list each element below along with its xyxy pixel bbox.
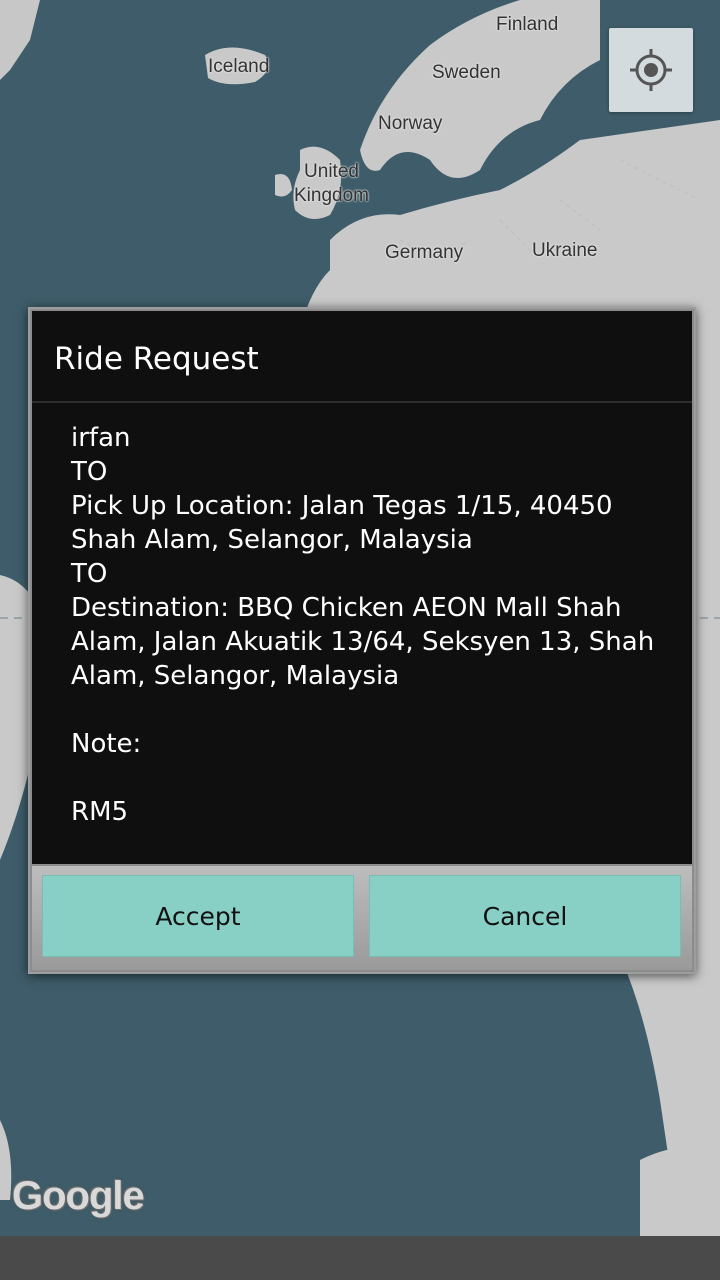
cancel-button[interactable]: Cancel bbox=[369, 875, 681, 957]
ride-request-dialog: Ride Request irfan TO Pick Up Location: … bbox=[28, 307, 696, 974]
dialog-title: Ride Request bbox=[54, 341, 259, 377]
dialog-content: Ride Request irfan TO Pick Up Location: … bbox=[32, 311, 692, 864]
message-line: irfan bbox=[71, 423, 131, 453]
navigation-bar bbox=[0, 1236, 720, 1280]
dialog-message: irfan TO Pick Up Location: Jalan Tegas 1… bbox=[71, 421, 671, 829]
app-screen: Iceland Finland Sweden Norway United Kin… bbox=[0, 0, 720, 1280]
dialog-button-bar: Accept Cancel bbox=[32, 866, 692, 970]
message-line bbox=[71, 693, 671, 727]
message-line: TO bbox=[71, 559, 108, 589]
message-line: Alam, Jalan Akuatik 13/64, Seksyen 13, S… bbox=[71, 627, 655, 657]
message-line bbox=[71, 761, 671, 795]
message-line: Shah Alam, Selangor, Malaysia bbox=[71, 525, 473, 555]
message-line: Alam, Selangor, Malaysia bbox=[71, 661, 400, 691]
message-line: Pick Up Location: Jalan Tegas 1/15, 4045… bbox=[71, 491, 613, 521]
message-line: TO bbox=[71, 457, 108, 487]
accept-button[interactable]: Accept bbox=[42, 875, 354, 957]
message-line: Note: bbox=[71, 729, 142, 759]
title-divider bbox=[32, 401, 692, 403]
message-line: Destination: BBQ Chicken AEON Mall Shah bbox=[71, 593, 622, 623]
message-line: RM5 bbox=[71, 797, 129, 827]
